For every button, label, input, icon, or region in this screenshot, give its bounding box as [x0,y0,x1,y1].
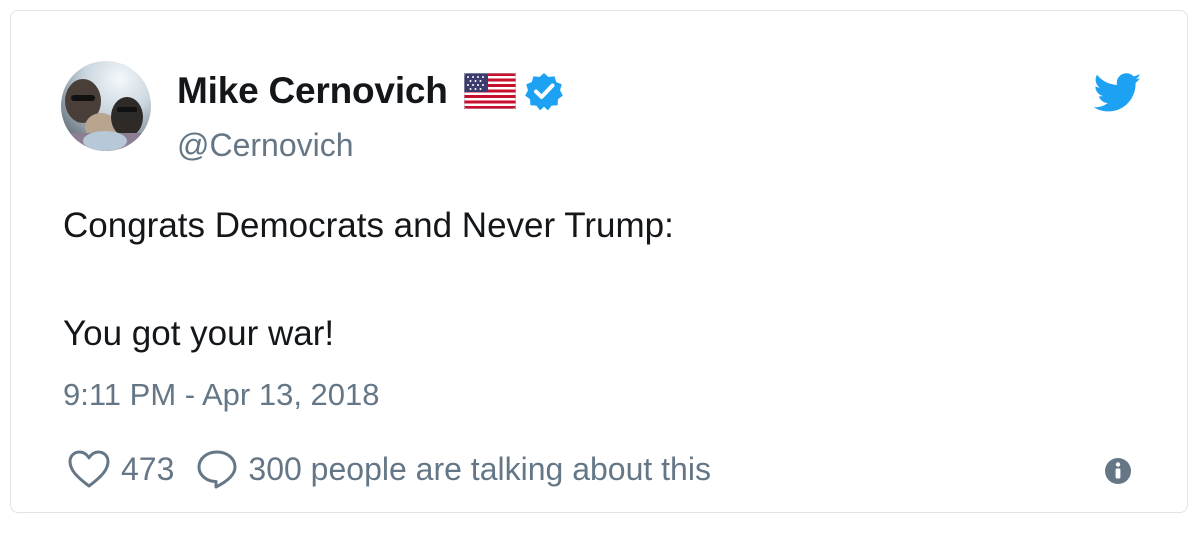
tweet-card[interactable]: Mike Cernovich @Cernovich Congrats Democ… [10,10,1188,513]
twitter-bird-icon[interactable] [1093,73,1142,113]
author-row: Mike Cernovich [177,67,564,115]
tweet-text-line: Congrats Democrats and Never Trump: [63,206,674,245]
verified-badge-icon [524,71,564,111]
us-flag-icon [463,72,517,110]
talking-about-link[interactable]: 300 people are talking about this [248,451,711,488]
avatar[interactable] [61,61,151,151]
username-handle[interactable]: @Cernovich [177,127,354,164]
timestamp[interactable]: 9:11 PM - Apr 13, 2018 [63,377,380,413]
tweet-text-line: You got your war! [63,314,335,353]
like-count[interactable]: 473 [121,451,174,488]
speech-bubble-icon[interactable] [196,449,238,489]
heart-icon[interactable] [67,449,111,489]
action-bar: 473 300 people are talking about this [67,447,711,491]
info-icon[interactable] [1104,457,1132,485]
display-name[interactable]: Mike Cernovich [177,70,448,112]
tweet-text: Congrats Democrats and Never Trump: You … [63,199,674,361]
